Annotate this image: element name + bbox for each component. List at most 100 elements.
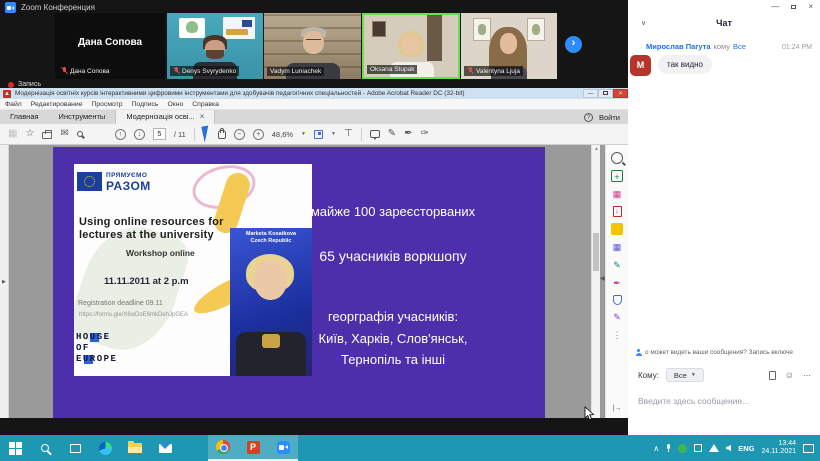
expand-left-panel-icon[interactable]: ▶ bbox=[2, 279, 6, 285]
zoom-camera-icon bbox=[5, 2, 16, 13]
search-tool-icon[interactable] bbox=[611, 152, 623, 164]
participant-tile-denys[interactable]: Denys Svyrydenko bbox=[167, 13, 263, 79]
participant-tile-vadym[interactable]: Vadym Luniachek bbox=[264, 13, 361, 79]
combine-files-icon[interactable]: ▦ bbox=[611, 241, 623, 253]
zoom-level-dropdown[interactable]: 48,6% bbox=[272, 130, 293, 139]
page-view-caret-icon[interactable]: ▼ bbox=[331, 131, 336, 137]
menu-view[interactable]: Просмотр bbox=[92, 101, 123, 108]
message-to-word: кому bbox=[714, 42, 731, 51]
chat-privacy-notice: о может видеть ваши сообщения? Запись вк… bbox=[635, 349, 817, 356]
tab-document[interactable]: Модернізація осві... × bbox=[115, 110, 215, 124]
fill-sign-icon[interactable]: ✒ bbox=[611, 277, 623, 289]
zoom-in-button[interactable]: + bbox=[253, 129, 264, 140]
chat-message-input[interactable] bbox=[638, 396, 810, 406]
tray-antivirus-icon[interactable] bbox=[678, 444, 687, 453]
tray-expand-icon[interactable]: ∧ bbox=[653, 444, 659, 453]
action-center-icon[interactable] bbox=[803, 444, 814, 453]
participant-tile-valentyna[interactable]: Valentyna Ljuja bbox=[461, 13, 557, 79]
participant-tile-dana[interactable]: Дана Сопова Дана Сопова bbox=[55, 13, 165, 79]
zoom-app-icon[interactable] bbox=[268, 435, 298, 461]
tray-mic-icon[interactable] bbox=[666, 444, 671, 452]
certify-pen-icon[interactable]: ✎ bbox=[611, 311, 623, 323]
favorites-star-button[interactable]: ☆ bbox=[25, 129, 34, 139]
file-explorer-icon[interactable] bbox=[120, 435, 150, 461]
hand-tool-button[interactable] bbox=[218, 130, 226, 139]
scrollbar-thumb[interactable] bbox=[593, 233, 599, 271]
start-button[interactable] bbox=[0, 435, 30, 461]
participant-name-label: Vadym Luniachek bbox=[267, 67, 324, 76]
close-button[interactable]: × bbox=[613, 89, 628, 98]
page-number-input[interactable] bbox=[153, 128, 166, 140]
zoom-out-button[interactable]: − bbox=[234, 129, 245, 140]
chat-close-icon[interactable]: × bbox=[808, 2, 813, 11]
menu-window[interactable]: Окно bbox=[167, 101, 183, 108]
help-icon[interactable]: ? bbox=[584, 113, 593, 122]
chat-maximize-icon[interactable] bbox=[791, 2, 796, 11]
chevron-down-icon[interactable]: ∨ bbox=[641, 19, 646, 27]
comment-tool-button[interactable] bbox=[370, 130, 380, 138]
taskbar-search-icon[interactable] bbox=[30, 435, 60, 461]
emoji-icon[interactable]: ☺ bbox=[785, 370, 794, 380]
tab-home[interactable]: Главная bbox=[0, 110, 49, 124]
sign-in-button[interactable]: Войти bbox=[599, 113, 620, 122]
email-button[interactable]: ✉ bbox=[60, 129, 68, 139]
scroll-up-icon[interactable]: ▲ bbox=[594, 146, 599, 152]
clock[interactable]: 13:44 24.11.2021 bbox=[761, 440, 796, 457]
select-tool-button[interactable] bbox=[201, 125, 211, 142]
menu-edit[interactable]: Редактирование bbox=[31, 101, 83, 108]
zoom-window-titlebar: Zoom Конференция bbox=[5, 2, 95, 13]
collapse-tools-panel-icon[interactable]: ◀ bbox=[600, 275, 605, 282]
chat-minimize-icon[interactable]: — bbox=[771, 2, 779, 11]
attach-file-icon[interactable] bbox=[769, 371, 776, 380]
export-pdf-icon[interactable]: ↓ bbox=[613, 206, 622, 217]
acrobat-toolbar: ▦ ☆ ✉ ↑ ↓ / 11 − + 48,6% ▼ ▼ ⊤ ✎ ✒ ✑ bbox=[0, 124, 628, 145]
task-view-icon[interactable] bbox=[60, 435, 90, 461]
expand-tools-panel-icon[interactable]: |→ bbox=[606, 405, 628, 412]
tray-volume-icon[interactable] bbox=[726, 445, 731, 452]
participant-tile-oksana-active-speaker[interactable]: Oksana Stupak bbox=[362, 13, 460, 79]
vertical-scrollbar[interactable]: ▲ bbox=[591, 145, 600, 418]
edit-pdf-icon[interactable]: ✎ bbox=[611, 259, 623, 271]
tab-tools[interactable]: Инструменты bbox=[49, 110, 116, 124]
create-pdf-icon[interactable]: + bbox=[611, 170, 623, 182]
minimize-button[interactable]: — bbox=[583, 89, 598, 98]
stamp-tool-button[interactable]: ✑ bbox=[420, 129, 428, 139]
menu-file[interactable]: Файл bbox=[5, 101, 22, 108]
message-recipient: Все bbox=[733, 42, 746, 51]
powerpoint-icon[interactable]: P bbox=[238, 435, 268, 461]
find-button[interactable] bbox=[77, 131, 83, 137]
maximize-button[interactable] bbox=[598, 89, 613, 98]
presentation-mode-button[interactable]: ⊤ bbox=[344, 129, 353, 139]
sender-avatar: М bbox=[630, 55, 651, 76]
more-tools-icon[interactable]: ⋮ bbox=[611, 329, 623, 341]
zoom-caret-icon[interactable]: ▼ bbox=[301, 131, 306, 137]
comment-tool-icon[interactable] bbox=[611, 223, 623, 235]
message-sender[interactable]: Мирослав Пагута bbox=[646, 42, 711, 51]
edge-icon[interactable] bbox=[90, 435, 120, 461]
recipient-dropdown[interactable]: Все ▼ bbox=[666, 368, 704, 382]
next-participants-button[interactable]: › bbox=[565, 36, 582, 53]
next-page-button[interactable]: ↓ bbox=[134, 129, 145, 140]
print-button[interactable] bbox=[42, 132, 52, 139]
more-options-icon[interactable]: ⋯ bbox=[803, 371, 812, 380]
pencil-tool-button[interactable]: ✎ bbox=[388, 129, 396, 139]
chrome-icon[interactable] bbox=[208, 435, 238, 461]
language-indicator[interactable]: ENG bbox=[738, 444, 754, 453]
tray-pen-icon[interactable] bbox=[694, 444, 702, 452]
organize-pages-icon[interactable]: ▦ bbox=[611, 188, 623, 200]
previous-page-button[interactable]: ↑ bbox=[115, 129, 126, 140]
protect-icon[interactable] bbox=[613, 295, 622, 305]
acrobat-window-title: Модернізація освітніх курсів інтерактивн… bbox=[15, 90, 583, 97]
sign-tool-button[interactable]: ✒ bbox=[404, 129, 412, 139]
save-button[interactable]: ▦ bbox=[8, 129, 17, 139]
tray-network-icon[interactable] bbox=[709, 444, 719, 452]
participant-name-label: Дана Сопова bbox=[58, 66, 112, 76]
recording-indicator[interactable]: Запись bbox=[8, 81, 41, 88]
mouse-cursor bbox=[584, 406, 595, 421]
tab-close-icon[interactable]: × bbox=[200, 110, 205, 124]
page-view-button[interactable] bbox=[314, 130, 323, 139]
mail-icon[interactable] bbox=[150, 435, 180, 461]
left-panel-rail[interactable]: ▶ bbox=[0, 145, 9, 418]
menu-help[interactable]: Справка bbox=[192, 101, 219, 108]
menu-sign[interactable]: Подпись bbox=[132, 101, 159, 108]
